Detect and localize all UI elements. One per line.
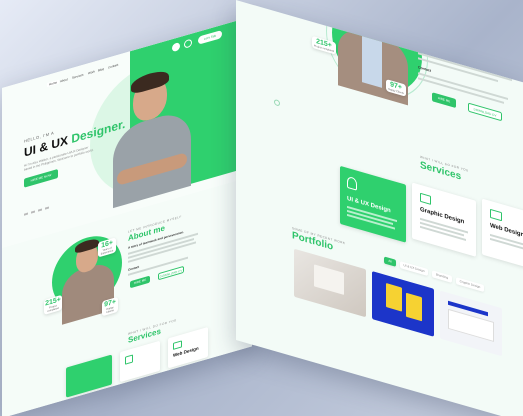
tab-all[interactable]: All bbox=[384, 256, 396, 267]
nav-item-services[interactable]: Services bbox=[72, 73, 84, 80]
tab-graphic-design[interactable]: Graphic Design bbox=[456, 277, 484, 293]
mockup-left: Home About Services Work Blog Contact Le… bbox=[2, 16, 252, 416]
hire-me-button[interactable]: HIRE ME bbox=[130, 275, 150, 289]
service-card-graphic[interactable]: Graphic Design bbox=[412, 182, 476, 257]
tab-branding[interactable]: Branding bbox=[432, 270, 452, 283]
nav-item-contact[interactable]: Contact bbox=[108, 63, 118, 70]
service-card-uiux[interactable] bbox=[66, 354, 112, 398]
tab-uiux[interactable]: UI & UX Design bbox=[400, 261, 428, 277]
download-cv-button[interactable]: DOWNLOAD CV bbox=[158, 265, 184, 281]
experience-badge: 16+ Years of Experience bbox=[378, 4, 400, 27]
service-card-graphic[interactable] bbox=[120, 340, 160, 383]
hire-me-button[interactable]: HIRE ME bbox=[432, 92, 456, 109]
social-links[interactable] bbox=[24, 206, 49, 216]
nav-item-about[interactable]: About bbox=[60, 77, 68, 83]
about-eyebrow: LET ME INTRODUCE MYSELF bbox=[418, 14, 472, 34]
portfolio-item-2[interactable] bbox=[372, 270, 434, 337]
hire-me-now-button[interactable]: HIRE ME NOW bbox=[24, 168, 58, 188]
monitor-icon bbox=[490, 208, 502, 222]
layers-icon bbox=[125, 354, 133, 365]
download-cv-button[interactable]: DOWNLOAD CV bbox=[468, 102, 502, 122]
nav-item-home[interactable]: Home bbox=[47, 79, 60, 88]
about-subtitle: A story of teamwork and perseverance. bbox=[418, 34, 484, 57]
hero-portrait bbox=[107, 54, 197, 215]
service-card-web[interactable]: Web Design bbox=[482, 198, 523, 273]
portfolio-item-1[interactable] bbox=[294, 248, 366, 318]
lightbulb-icon bbox=[347, 175, 357, 191]
layers-icon bbox=[420, 192, 431, 205]
about-title: About me bbox=[418, 18, 469, 45]
monitor-icon bbox=[173, 340, 182, 350]
nav-item-work[interactable]: Work bbox=[88, 69, 95, 75]
portfolio-item-3[interactable] bbox=[440, 290, 502, 357]
service-card-web[interactable]: Web Design bbox=[168, 326, 208, 369]
mockup-right: 16+ Years of Experience 215+ Project compl… bbox=[236, 0, 523, 416]
nav-item-blog[interactable]: Blog bbox=[98, 67, 104, 73]
service-card-uiux[interactable]: UI & UX Design bbox=[340, 165, 406, 243]
